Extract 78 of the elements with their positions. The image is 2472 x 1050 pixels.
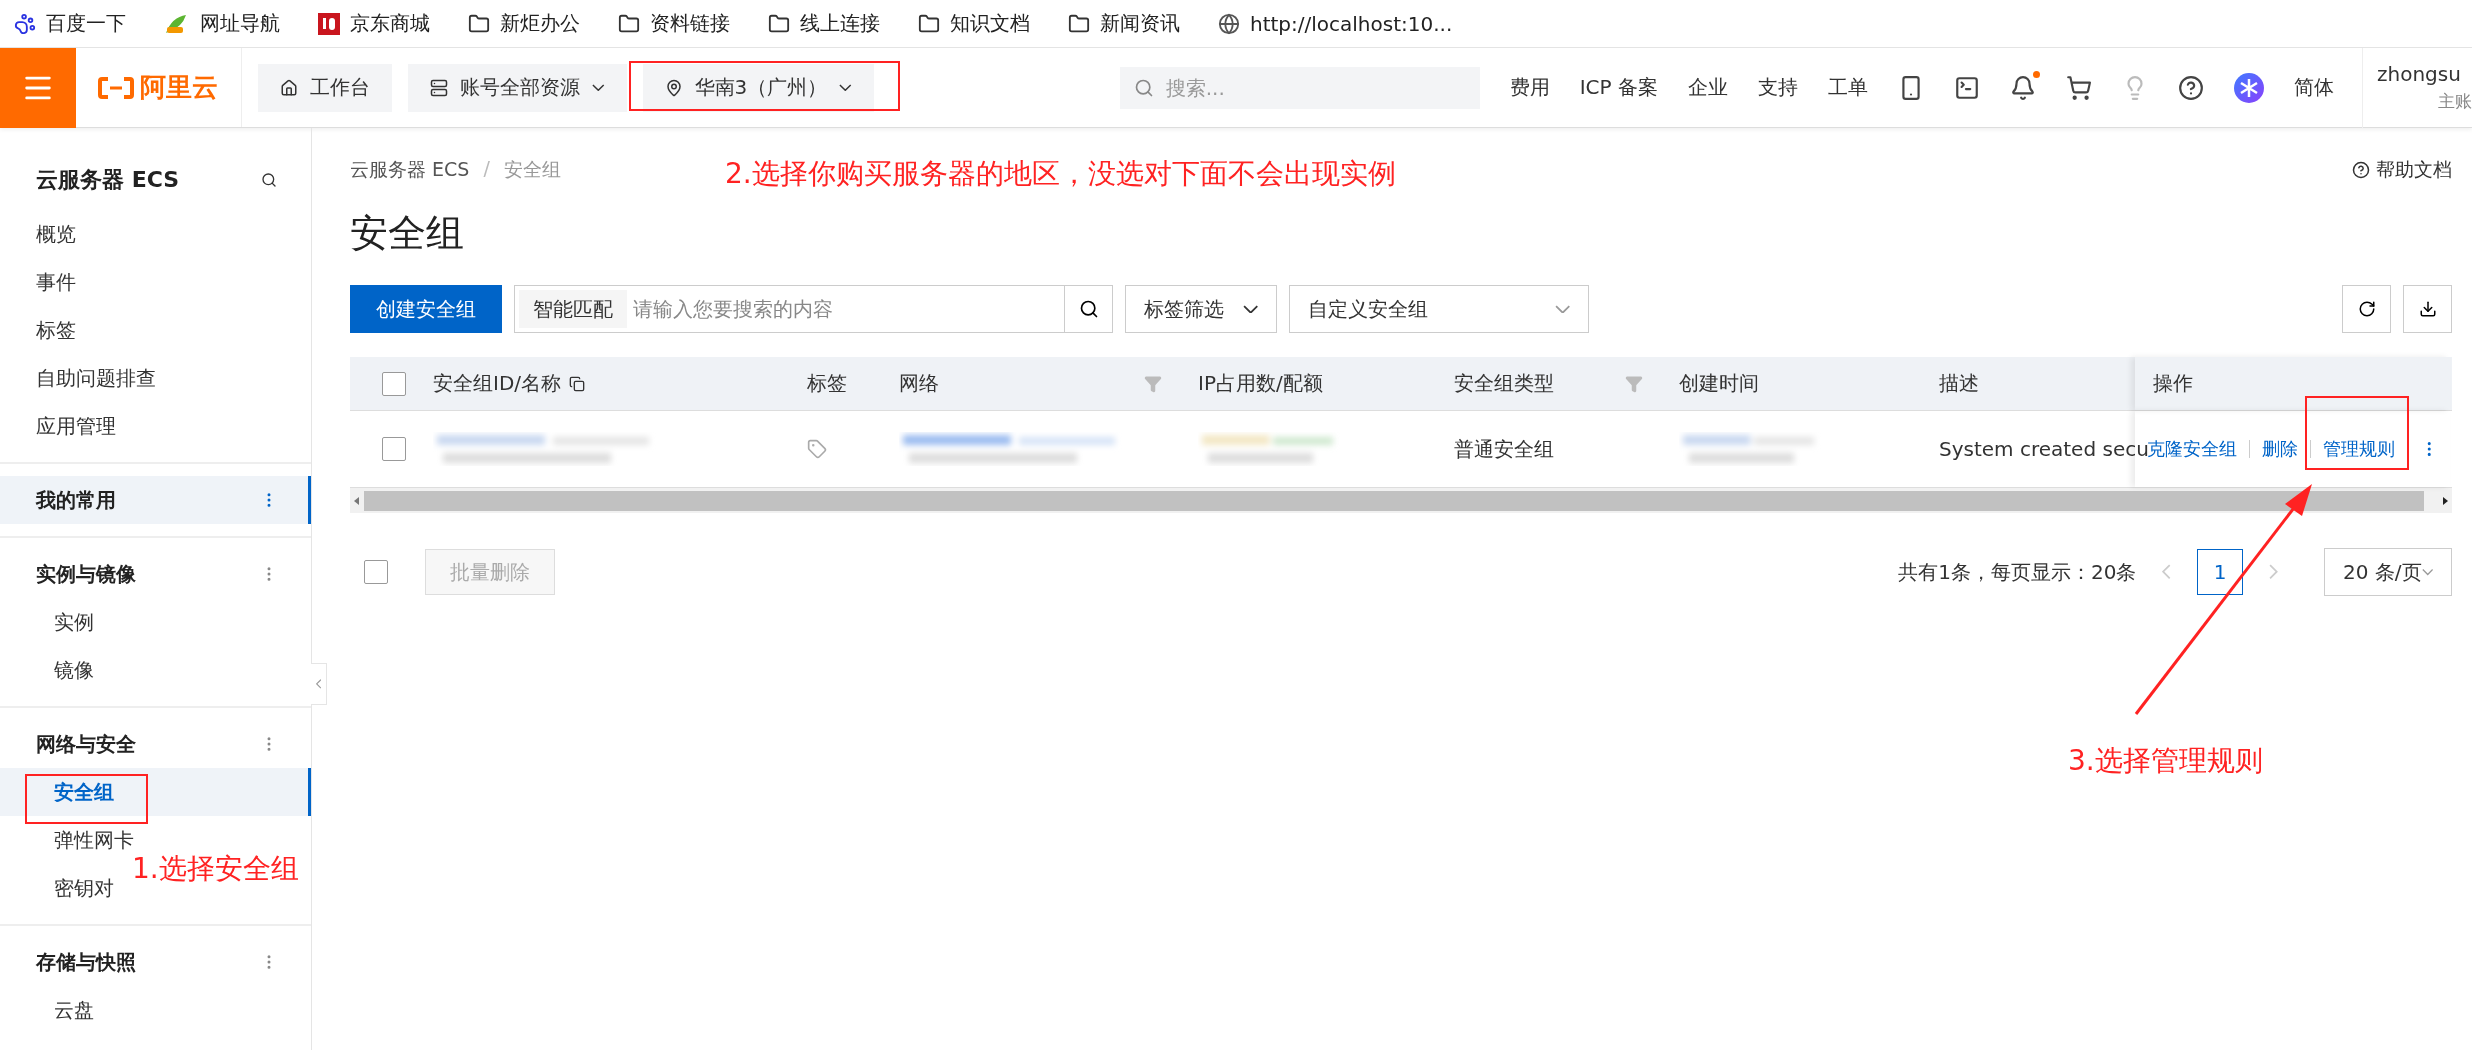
page-button[interactable]: 1 [2197,549,2244,595]
nav-button[interactable]: 工作台 [258,63,392,112]
table-cell: 普通安全组 [1454,435,1554,463]
bookmark-link[interactable]: 京东商城 [318,10,430,37]
section-header[interactable]: 存储与快照 [0,938,311,986]
bookmark-link[interactable]: 新闻资讯 [1068,10,1180,37]
type-select[interactable]: 自定义安全组 [1289,285,1589,333]
search-input[interactable]: 搜索... [1163,74,1444,101]
sidebar-item[interactable]: 弹性网卡 [54,826,134,854]
bookmark-link[interactable]: 网址导航 [164,10,280,37]
section-title: 实例与镜像 [36,560,136,588]
header-link[interactable]: 企业 [1688,74,1728,101]
header-link[interactable]: 工单 [1828,74,1868,101]
header-link[interactable]: ICP 备案 [1579,74,1658,101]
bookmark-label: 资料链接 [650,10,730,37]
action-link[interactable]: 管理规则 [2322,437,2395,461]
tag-filter-dropdown[interactable]: 标签筛选 [1125,285,1277,333]
help-link[interactable]: 帮助文档 [2352,157,2452,183]
page-title: 安全组 [350,210,465,257]
language-link[interactable]: 简体 [2294,74,2334,101]
sidebar-item[interactable]: 安全组 [54,778,114,806]
bookmark-link[interactable]: 资料链接 [618,10,730,37]
user-name[interactable]: zhongsu [2377,61,2472,86]
bookmark-link[interactable]: 新炬办公 [468,10,580,37]
bookmark-label: 百度一下 [46,10,126,37]
search-prefix[interactable]: 智能匹配 [519,290,627,328]
column-header: 创建时间 [1679,370,1759,397]
annotation-note: 3.选择管理规则 [2068,743,2263,779]
action-link[interactable]: 删除 [2261,437,2298,461]
logo-text: 阿里云 [140,71,218,104]
page-size-select[interactable]: 20 条/页 [2324,548,2452,596]
column-header: 描述 [1939,370,1979,397]
sidebar-title: 云服务器 ECS [36,166,180,194]
nav-button[interactable]: 华南3（广州） [642,63,874,112]
header-link[interactable]: 费用 [1509,74,1550,101]
section-title: 存储与快照 [36,948,136,976]
bookmark-label: 网址导航 [200,10,280,37]
search-field[interactable]: 搜索... [1119,66,1480,109]
breadcrumb-link[interactable]: 云服务器 ECS [350,157,470,183]
nav-button[interactable]: 账号全部资源 [408,63,627,112]
annotation-note: 1.选择安全组 [132,851,299,887]
bookmark-label: 线上连接 [800,10,880,37]
pagination-summary: 共有1条，每页显示：20条 [1898,558,2137,586]
sidebar-item[interactable]: 应用管理 [36,412,116,440]
bookmark-label: 京东商城 [350,10,430,37]
section-header[interactable]: 我的常用 [0,476,311,524]
section-header[interactable]: 实例与镜像 [0,550,311,598]
column-header: 网络 [899,370,939,397]
annotation-note: 2.选择你购买服务器的地区，没选对下面不会出现实例 [725,156,1396,192]
table-cell: System created secu [1939,437,2149,461]
bookmark-label: 知识文档 [950,10,1030,37]
header-link[interactable]: 支持 [1758,74,1798,101]
create-button[interactable]: 创建安全组 [350,285,502,333]
section-header[interactable]: 网络与安全 [0,720,311,768]
sidebar-item[interactable]: 镜像 [54,656,94,684]
breadcrumb-separator: / [483,157,490,181]
sidebar-item[interactable]: 标签 [36,316,76,344]
column-header: 标签 [807,370,847,397]
section-title: 网络与安全 [36,730,136,758]
sidebar-item[interactable]: 密钥对 [54,874,114,902]
action-link[interactable]: 克隆安全组 [2147,437,2237,461]
column-header: 安全组ID/名称 [433,370,562,397]
sidebar-item[interactable]: 概览 [36,220,76,248]
column-header: 操作 [2153,370,2193,397]
section-title: 我的常用 [36,486,116,514]
sidebar-item[interactable]: 实例 [54,608,94,636]
sidebar-item[interactable]: 事件 [36,268,76,296]
sidebar-item[interactable]: 自助问题排查 [36,364,156,392]
bookmark-label: 新炬办公 [500,10,580,37]
bookmark-link[interactable]: 知识文档 [918,10,1030,37]
user-role: 主账 [2438,89,2472,113]
bookmark-label: 新闻资讯 [1100,10,1180,37]
column-header: IP占用数/配额 [1198,370,1323,397]
search-field[interactable]: 智能匹配 请输入您要搜索的内容 [514,285,1113,333]
bookmark-link[interactable]: 线上连接 [768,10,880,37]
sidebar-item[interactable]: 云盘 [54,996,94,1024]
column-header: 安全组类型 [1454,370,1554,397]
bookmark-link[interactable]: 百度一下 [14,10,126,37]
